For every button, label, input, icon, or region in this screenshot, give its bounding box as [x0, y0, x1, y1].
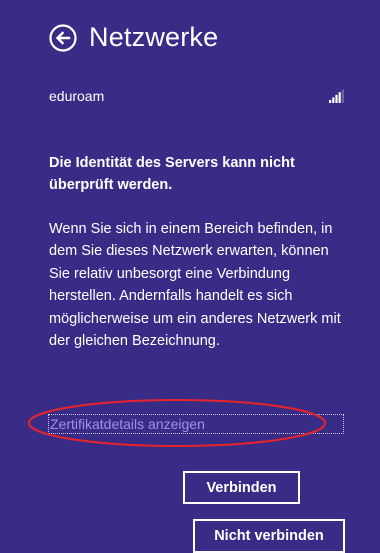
network-item: eduroam: [49, 88, 345, 104]
signal-bar: [329, 100, 332, 103]
wifi-signal-bars-icon: [329, 89, 344, 103]
warning-heading: Die Identität des Servers kann nicht übe…: [49, 155, 295, 193]
back-arrow-circle-icon[interactable]: [49, 23, 77, 52]
signal-bar: [332, 97, 335, 103]
signal-bar: [335, 94, 338, 103]
page-header: Netzwerke: [49, 22, 218, 53]
signal-bar: [341, 89, 344, 103]
dont-connect-button[interactable]: Nicht verbinden: [193, 519, 345, 553]
warning-description: Wenn Sie sich in einem Bereich befinden,…: [49, 221, 341, 350]
connect-button[interactable]: Verbinden: [183, 471, 300, 504]
page-title: Netzwerke: [89, 22, 219, 52]
network-name: eduroam: [49, 88, 105, 104]
certificate-details-link[interactable]: Zertifikatdetails anzeigen: [48, 414, 344, 434]
signal-bar: [338, 92, 341, 103]
